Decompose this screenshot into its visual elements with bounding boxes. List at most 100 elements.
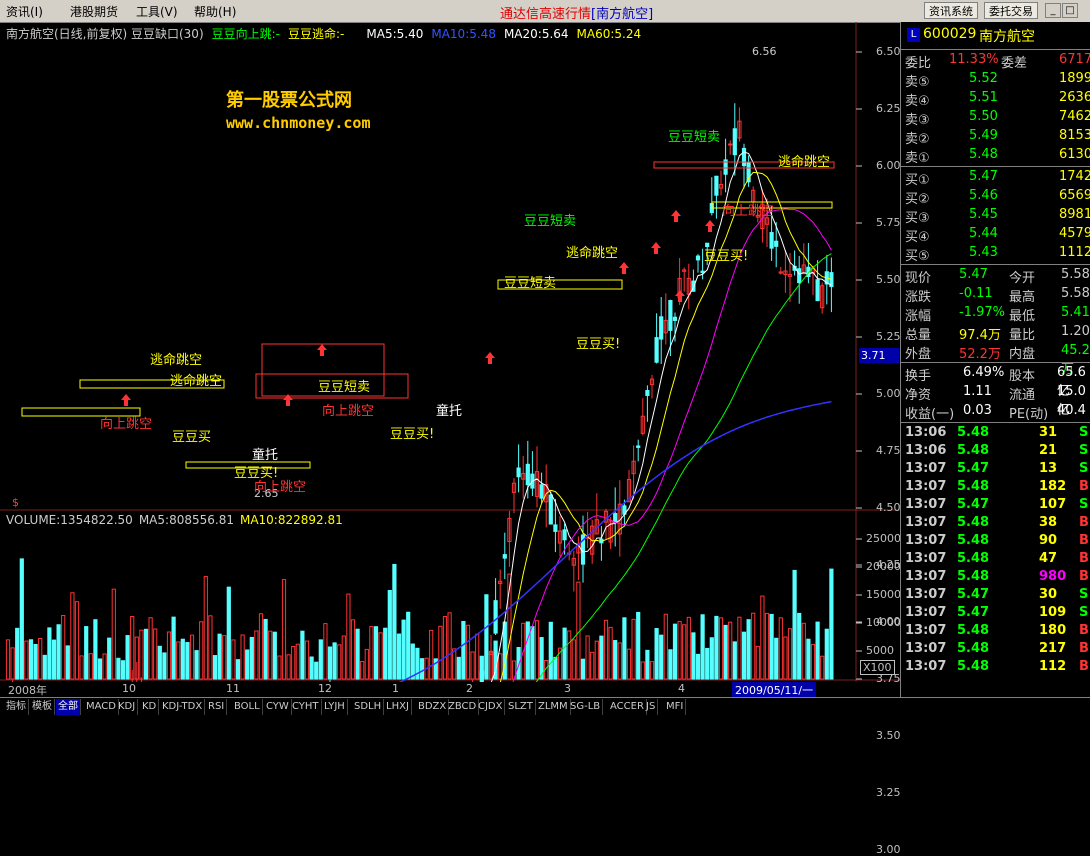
stat-row: 换手 6.49% 股本 65.6亿 bbox=[901, 364, 1090, 399]
escape-gap-label: 逃命跳空 bbox=[150, 353, 203, 368]
buy-signal-label: 豆豆买! bbox=[576, 337, 621, 352]
stat-value: 1.20 bbox=[1061, 324, 1090, 339]
stat-label: 涨跌 bbox=[905, 290, 932, 305]
tick-row[interactable]: 13:07 5.48 217 B bbox=[901, 640, 1090, 658]
tick-price: 5.47 bbox=[957, 587, 990, 602]
tick-row[interactable]: 13:07 5.47 30 S bbox=[901, 586, 1090, 604]
volume-bar bbox=[810, 643, 816, 680]
stat-row: 收益(一) 0.03 PE(动) 40.4 bbox=[901, 402, 1090, 422]
indicator-tab[interactable]: JS bbox=[644, 699, 659, 715]
indicator-tab[interactable]: ZBCD bbox=[446, 699, 480, 715]
date-tick: 3 bbox=[564, 682, 571, 695]
indicator-tab[interactable]: MFI bbox=[664, 699, 687, 715]
volume-bar bbox=[824, 628, 829, 680]
indicator-tab[interactable]: 指标 bbox=[4, 699, 29, 715]
indicator-tab[interactable]: LHXJ bbox=[384, 699, 412, 715]
volume-bar bbox=[626, 648, 632, 680]
tick-time: 13:07 bbox=[905, 569, 947, 584]
volume-bar bbox=[258, 613, 264, 680]
volume-bar bbox=[148, 617, 153, 680]
kline-chart[interactable]: 南方航空(日线,前复权) 豆豆缺口(30) 豆豆向上跳:- 豆豆逃命:- MA5:5.… bbox=[0, 22, 901, 856]
tick-row[interactable]: 13:06 5.48 31 S bbox=[901, 424, 1090, 442]
tick-row[interactable]: 13:07 5.48 112 B bbox=[901, 658, 1090, 676]
indicator-tab[interactable]: ZLMM bbox=[536, 699, 571, 715]
stat-label: 外盘 bbox=[905, 347, 932, 362]
menu-tools[interactable]: 工具(V) bbox=[136, 3, 178, 20]
volume-bar bbox=[102, 653, 107, 680]
date-tick: 11 bbox=[226, 682, 240, 695]
tick-time: 13:07 bbox=[905, 587, 947, 602]
indicator-tab[interactable]: CYW bbox=[264, 699, 292, 715]
indicator-tab[interactable]: 全部 bbox=[56, 699, 81, 715]
indicator-tab[interactable]: BOLL bbox=[232, 699, 263, 715]
restore-icon[interactable]: □ bbox=[1062, 3, 1078, 18]
indicator-tab[interactable]: MACD bbox=[84, 699, 119, 715]
menu-bar: 资讯(I) 港股期货 工具(V) 帮助(H) 通达信高速行情[南方航空] 资讯系… bbox=[0, 0, 1090, 23]
indicator-tab[interactable]: KD bbox=[140, 699, 160, 715]
tick-side: S bbox=[1079, 461, 1089, 476]
volume-bar bbox=[603, 619, 609, 680]
order-label: 卖① bbox=[905, 151, 930, 166]
tick-row[interactable]: 13:06 5.48 21 S bbox=[901, 442, 1090, 460]
volume-bar bbox=[571, 639, 576, 680]
tick-volume: 109 bbox=[1039, 605, 1067, 620]
tick-side: S bbox=[1079, 425, 1089, 440]
tick-row[interactable]: 13:07 5.48 38 B bbox=[901, 514, 1090, 532]
tick-side: B bbox=[1079, 659, 1089, 674]
tick-volume: 38 bbox=[1039, 515, 1058, 530]
tick-row[interactable]: 13:07 5.47 109 S bbox=[901, 604, 1090, 622]
order-price: 5.43 bbox=[969, 245, 998, 260]
indicator-tab[interactable]: ACCER bbox=[608, 699, 647, 715]
indicator-tab[interactable]: SLZT bbox=[506, 699, 536, 715]
volume-bar bbox=[764, 612, 770, 680]
indicator-tab[interactable]: KDJ-TDX bbox=[160, 699, 206, 715]
support-label: 童托 bbox=[436, 404, 463, 419]
indicator-tab[interactable]: SG-LB bbox=[568, 699, 604, 715]
tick-row[interactable]: 13:07 5.48 47 B bbox=[901, 550, 1090, 568]
menu-hk-futures[interactable]: 港股期货 bbox=[70, 3, 118, 20]
volume-bar bbox=[797, 612, 802, 680]
dollar-marker-icon: $ bbox=[12, 496, 19, 509]
stat-label: 股本 bbox=[1009, 369, 1036, 384]
price-tick: 5.25 bbox=[876, 330, 901, 343]
stat-label: 总量 bbox=[905, 328, 932, 343]
menu-help[interactable]: 帮助(H) bbox=[194, 3, 236, 20]
tick-row[interactable]: 13:07 5.48 180 B bbox=[901, 622, 1090, 640]
tick-row[interactable]: 13:07 5.47 13 S bbox=[901, 460, 1090, 478]
stat-value: -1.97% bbox=[959, 305, 1005, 320]
indicator-tab[interactable]: CJDX bbox=[476, 699, 506, 715]
date-tick: 10 bbox=[122, 682, 136, 695]
order-price: 5.50 bbox=[969, 109, 998, 124]
volume-bar bbox=[47, 627, 52, 680]
short-sell-label: 豆豆短卖 bbox=[504, 276, 557, 291]
trade-order-button[interactable]: 委托交易 bbox=[984, 2, 1038, 19]
news-system-button[interactable]: 资讯系统 bbox=[924, 2, 978, 19]
chart-stock-title: 南方航空(日线,前复权) 豆豆缺口(30) bbox=[6, 27, 204, 41]
order-label: 买⑤ bbox=[905, 249, 930, 264]
indicator-up-gap: 豆豆向上跳:- bbox=[211, 27, 281, 41]
volume-bar bbox=[410, 643, 415, 680]
chart-info-line: 南方航空(日线,前复权) 豆豆缺口(30) 豆豆向上跳:- 豆豆逃命:- MA5:5.… bbox=[6, 25, 649, 42]
tick-row[interactable]: 13:07 5.47 107 S bbox=[901, 496, 1090, 514]
price-cursor-label: 3.71 bbox=[859, 348, 899, 363]
indicator-tab[interactable]: CYHT bbox=[290, 699, 322, 715]
minimize-icon[interactable]: _ bbox=[1045, 3, 1061, 18]
indicator-tab[interactable]: RSI bbox=[206, 699, 228, 715]
indicator-tab[interactable]: KDJ bbox=[116, 699, 139, 715]
l-badge-icon: L bbox=[907, 28, 920, 42]
candle-body bbox=[659, 316, 664, 340]
menu-news[interactable]: 资讯(I) bbox=[6, 3, 43, 20]
indicator-tab[interactable]: LYJH bbox=[322, 699, 348, 715]
volume-bar bbox=[88, 653, 93, 680]
indicator-tab[interactable]: SDLH bbox=[352, 699, 385, 715]
indicator-tab[interactable]: BDZX bbox=[416, 699, 450, 715]
order-volume: 6130 bbox=[1059, 147, 1090, 162]
tick-row[interactable]: 13:07 5.48 90 B bbox=[901, 532, 1090, 550]
tick-row[interactable]: 13:07 5.48 980 B bbox=[901, 568, 1090, 586]
price-tick: 3.50 bbox=[876, 729, 901, 742]
indicator-tab[interactable]: 模板 bbox=[30, 699, 55, 715]
tick-row[interactable]: 13:07 5.48 182 B bbox=[901, 478, 1090, 496]
volume-bar bbox=[295, 643, 300, 680]
price-tick: 5.00 bbox=[876, 387, 901, 400]
high-price-label: 6.56 bbox=[752, 45, 777, 58]
